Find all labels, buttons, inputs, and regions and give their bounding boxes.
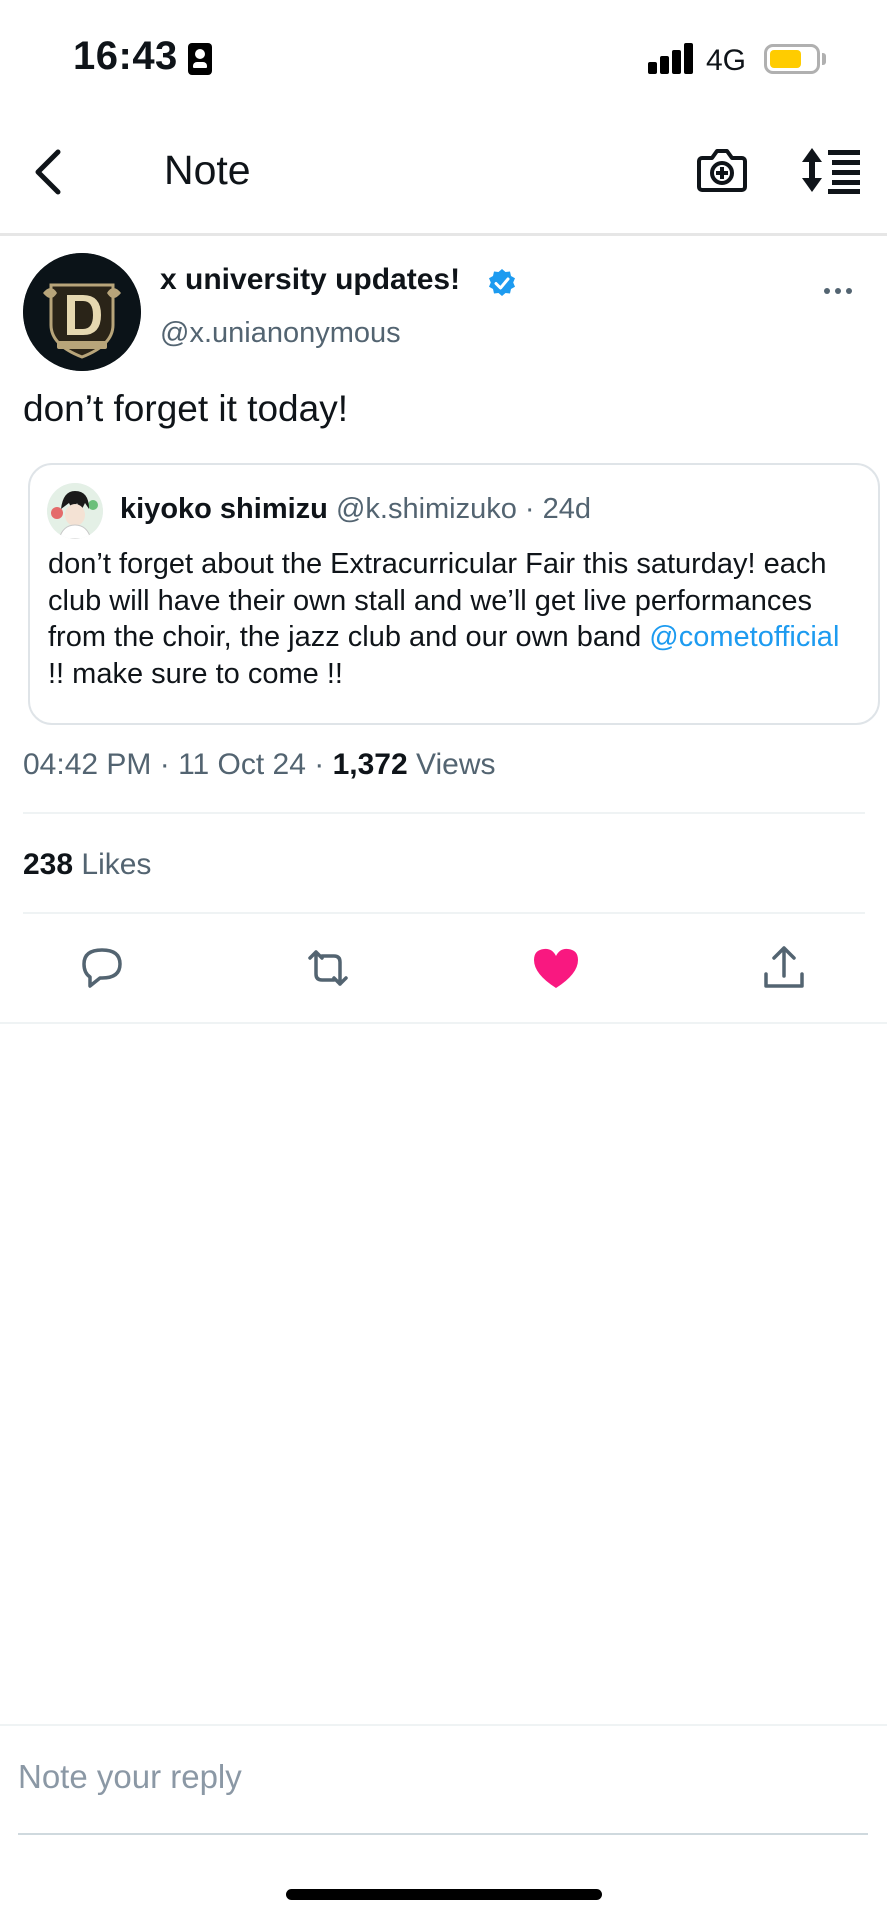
camera-plus-icon	[697, 149, 747, 192]
share-icon	[764, 946, 804, 988]
contact-card-icon	[188, 43, 212, 75]
divider	[23, 912, 865, 914]
more-options-button[interactable]	[824, 280, 854, 300]
reply-button[interactable]	[74, 940, 130, 996]
author-name[interactable]: x university updates!	[160, 263, 460, 297]
quote-meta: @k.shimizuko · 24d	[335, 493, 592, 525]
crest-logo-icon	[23, 253, 141, 371]
likes-summary[interactable]: 238 Likes	[23, 848, 151, 882]
quote-header: kiyoko shimizu @k.shimizuko · 24d	[120, 493, 591, 526]
share-button[interactable]	[756, 940, 812, 996]
battery-tip	[822, 53, 826, 65]
page-title: Note	[164, 147, 251, 193]
post-timestamp: 04:42 PM · 11 Oct 24 ·	[23, 748, 333, 781]
battery-icon	[764, 44, 820, 74]
back-button[interactable]	[30, 144, 74, 200]
quote-text: don’t forget about the Extracurricular F…	[48, 546, 858, 692]
quote-author-name[interactable]: kiyoko shimizu	[120, 493, 328, 525]
header-divider	[0, 233, 887, 236]
heart-filled-icon	[534, 948, 578, 988]
signal-strength-icon	[648, 42, 694, 74]
network-type: 4G	[706, 44, 747, 77]
author-handle[interactable]: @x.unianonymous	[160, 317, 401, 350]
reply-input[interactable]	[18, 1752, 868, 1802]
more-dot	[846, 288, 852, 294]
more-dots-icon	[824, 288, 830, 294]
like-button[interactable]	[528, 940, 584, 996]
author-avatar[interactable]	[23, 253, 141, 371]
post-text: don’t forget it today!	[23, 388, 348, 429]
verified-badge-icon	[487, 268, 517, 298]
camera-button[interactable]	[696, 146, 748, 194]
sort-button[interactable]	[800, 146, 862, 194]
views-count: 1,372	[332, 748, 408, 781]
retweet-icon	[308, 950, 348, 986]
post-meta: 04:42 PM · 11 Oct 24 · 1,372 Views	[23, 748, 496, 782]
likes-label: Likes	[73, 848, 152, 881]
status-time: 16:43	[73, 34, 178, 78]
divider	[23, 812, 865, 814]
sort-order-icon	[802, 148, 860, 194]
divider	[0, 1724, 887, 1726]
avatar-image-icon	[47, 483, 103, 539]
quote-text-after: !! make sure to come !!	[48, 657, 343, 690]
home-indicator[interactable]	[286, 1889, 602, 1900]
reply-underline	[18, 1833, 868, 1835]
more-dot	[835, 288, 841, 294]
divider	[0, 1022, 887, 1024]
views-label: Views	[407, 748, 496, 781]
quote-author-avatar[interactable]	[47, 483, 103, 539]
chevron-left-icon	[35, 149, 61, 195]
mention-link[interactable]: @cometofficial	[649, 621, 839, 653]
retweet-button[interactable]	[300, 940, 356, 996]
comment-icon	[82, 948, 122, 988]
likes-count: 238	[23, 848, 74, 881]
